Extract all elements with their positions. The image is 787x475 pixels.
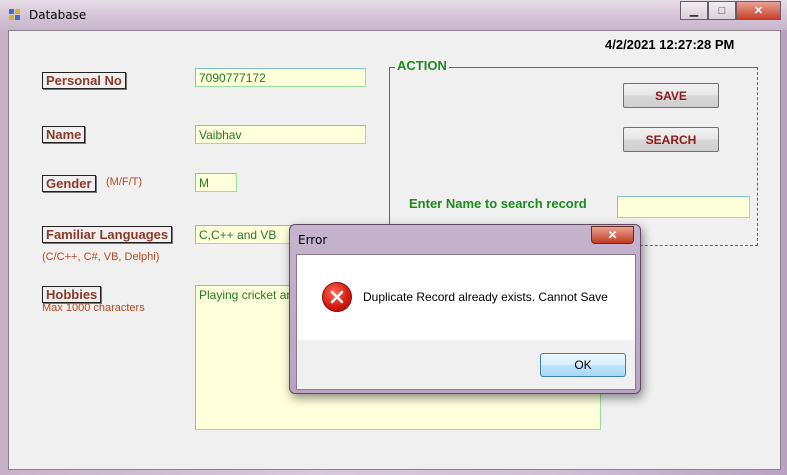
action-title: ACTION bbox=[395, 58, 449, 73]
minimize-button[interactable]: ▁ bbox=[680, 1, 708, 20]
name-label: Name bbox=[42, 126, 86, 143]
dialog-footer: OK bbox=[297, 340, 635, 389]
minimize-icon: ▁ bbox=[689, 5, 699, 17]
close-button[interactable]: ✕ bbox=[736, 1, 781, 20]
app-icon bbox=[9, 9, 21, 21]
close-icon: ✕ bbox=[753, 5, 764, 17]
languages-hint: (C/C++, C#, VB, Delphi) bbox=[42, 251, 160, 263]
personal-no-input[interactable]: 7090777172 bbox=[195, 68, 366, 87]
maximize-icon: □ bbox=[718, 4, 726, 17]
search-button[interactable]: SEARCH bbox=[623, 127, 719, 152]
ok-button[interactable]: OK bbox=[540, 353, 626, 377]
search-name-input[interactable] bbox=[617, 196, 750, 218]
datetime-label: 4/2/2021 12:27:28 PM bbox=[605, 37, 735, 52]
dialog-close-button[interactable]: ✕ bbox=[591, 226, 634, 244]
hobbies-label: Hobbies bbox=[42, 286, 102, 303]
window-title: Database bbox=[29, 8, 87, 22]
error-dialog: Error ✕ Duplicate Record already exists.… bbox=[289, 224, 641, 394]
error-icon bbox=[322, 282, 352, 312]
name-input[interactable]: Vaibhav bbox=[195, 125, 366, 144]
gender-input[interactable]: M bbox=[195, 173, 237, 192]
save-button[interactable]: SAVE bbox=[623, 83, 719, 108]
close-icon: ✕ bbox=[607, 228, 618, 242]
personal-no-label: Personal No bbox=[42, 72, 126, 89]
dialog-title: Error bbox=[298, 233, 328, 247]
maximize-button[interactable]: □ bbox=[708, 1, 736, 20]
languages-input[interactable]: C,C++ and VB bbox=[195, 225, 293, 244]
gender-label: Gender bbox=[42, 175, 96, 192]
gender-hint: (M/F/T) bbox=[106, 176, 143, 188]
hobbies-hint: Max 1000 characters bbox=[42, 302, 145, 314]
window-controls: ▁ □ ✕ bbox=[680, 1, 781, 20]
languages-label: Familiar Languages bbox=[42, 226, 173, 243]
dialog-body: Duplicate Record already exists. Cannot … bbox=[296, 254, 636, 390]
dialog-message: Duplicate Record already exists. Cannot … bbox=[363, 290, 608, 304]
title-bar: Database ▁ □ ✕ bbox=[0, 0, 787, 30]
search-prompt-label: Enter Name to search record bbox=[409, 196, 587, 211]
